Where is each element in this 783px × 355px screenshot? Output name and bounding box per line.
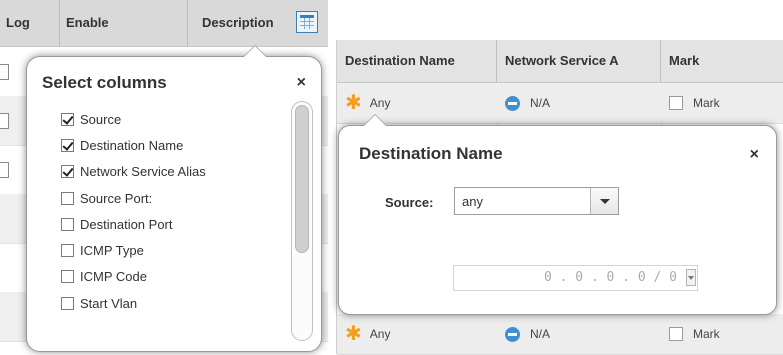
- star-icon: ✱: [345, 323, 362, 345]
- checkbox[interactable]: [61, 217, 74, 231]
- row-checkbox[interactable]: [0, 113, 9, 129]
- column-option-destination-name[interactable]: Destination Name: [61, 132, 206, 158]
- ip-address-field[interactable]: 0 . 0 . 0 . 0 / 0: [453, 265, 698, 291]
- checkbox[interactable]: [61, 191, 74, 205]
- scrollbar-thumb[interactable]: [295, 105, 309, 253]
- table-columns-icon[interactable]: [296, 11, 318, 33]
- option-label: Start Vlan: [80, 295, 138, 311]
- column-option-source-port[interactable]: Source Port:: [61, 185, 206, 211]
- checkbox[interactable]: [61, 138, 74, 152]
- option-label: Source: [80, 111, 122, 127]
- left-table-header: Log Enable Description: [0, 0, 328, 47]
- popup-title: Destination Name: [359, 144, 503, 163]
- source-select-value: any: [462, 194, 483, 209]
- popup-title: Select columns: [42, 73, 167, 92]
- service-value[interactable]: N/A: [530, 96, 550, 110]
- star-icon: ✱: [345, 92, 362, 114]
- mark-checkbox[interactable]: [669, 96, 683, 110]
- option-label: Network Service Alias: [80, 164, 206, 180]
- checkbox[interactable]: [61, 244, 74, 258]
- mark-checkbox[interactable]: [669, 327, 683, 341]
- minus-circle-icon: [505, 326, 520, 342]
- option-label: Destination Name: [80, 137, 184, 153]
- option-label: ICMP Code: [80, 269, 147, 285]
- chevron-down-icon: [688, 276, 694, 280]
- checkbox[interactable]: [61, 270, 74, 284]
- row-checkbox[interactable]: [0, 64, 9, 80]
- destination-value[interactable]: Any: [370, 96, 391, 110]
- row-checkbox[interactable]: [0, 162, 9, 178]
- chevron-down-icon: [600, 199, 610, 204]
- option-label: Source Port:: [80, 190, 153, 206]
- column-option-destination-port[interactable]: Destination Port: [61, 211, 206, 237]
- close-icon[interactable]: ×: [297, 74, 306, 92]
- column-header-enable[interactable]: Enable: [60, 0, 188, 46]
- destination-value[interactable]: Any: [370, 327, 391, 341]
- popup-pointer: [363, 114, 387, 126]
- ip-spinner[interactable]: [686, 269, 696, 286]
- column-option-source[interactable]: Source: [61, 106, 206, 132]
- service-value[interactable]: N/A: [530, 327, 550, 341]
- source-label: Source:: [385, 195, 434, 210]
- checkbox[interactable]: [61, 112, 74, 126]
- popup-pointer: [243, 45, 267, 57]
- right-table-header: Destination Name Network Service A Mark: [337, 40, 783, 83]
- column-header-mark[interactable]: Mark: [661, 40, 783, 82]
- dropdown-button[interactable]: [590, 188, 618, 214]
- select-columns-popup: Select columns × Source Destination Name…: [26, 45, 322, 352]
- column-option-icmp-code[interactable]: ICMP Code: [61, 264, 206, 290]
- mark-label: Mark: [693, 327, 720, 341]
- table-row[interactable]: ✱ Any N/A Mark: [337, 314, 783, 355]
- table-row[interactable]: ✱ Any N/A Mark: [337, 83, 783, 124]
- column-option-network-service-alias[interactable]: Network Service Alias: [61, 159, 206, 185]
- source-select[interactable]: any: [454, 187, 619, 215]
- checkbox[interactable]: [61, 165, 74, 179]
- option-label: ICMP Type: [80, 243, 144, 259]
- checkbox[interactable]: [61, 296, 74, 310]
- destination-name-popup: Destination Name × Source: any 0 . 0 . 0…: [338, 114, 777, 315]
- column-header-destination-name[interactable]: Destination Name: [337, 40, 497, 82]
- close-icon[interactable]: ×: [750, 146, 759, 164]
- mark-label: Mark: [693, 96, 720, 110]
- column-option-start-vlan[interactable]: Start Vlan: [61, 290, 206, 316]
- column-list: Source Destination Name Network Service …: [61, 106, 206, 316]
- minus-circle-icon: [505, 95, 520, 111]
- column-header-log[interactable]: Log: [0, 0, 60, 46]
- scrollbar[interactable]: [291, 101, 313, 341]
- column-option-icmp-type[interactable]: ICMP Type: [61, 237, 206, 263]
- column-header-network-service-alias[interactable]: Network Service A: [497, 40, 661, 82]
- option-label: Destination Port: [80, 216, 173, 232]
